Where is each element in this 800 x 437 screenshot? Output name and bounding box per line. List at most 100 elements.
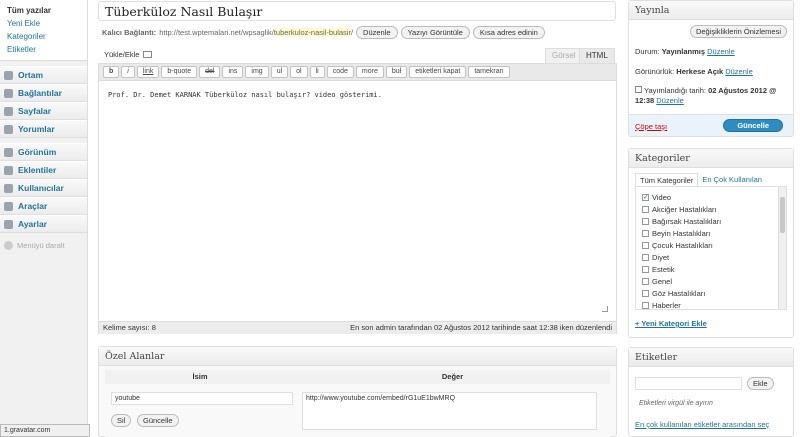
category-checkbox[interactable]: [642, 265, 649, 273]
category-checkbox[interactable]: [642, 253, 649, 261]
category-checkbox[interactable]: [642, 301, 649, 309]
menu-item-label: Ortam: [18, 70, 44, 80]
post-title-input[interactable]: Tüberküloz Nasıl Bulaşır: [98, 1, 616, 21]
qt-bold-button[interactable]: b: [103, 66, 120, 78]
visibility-edit-link[interactable]: Düzenle: [725, 67, 753, 76]
menu-item-links[interactable]: Bağlantılar: [0, 84, 87, 102]
category-item[interactable]: Akciğer Hastalıkları: [636, 203, 786, 215]
submenu-add-new[interactable]: Yeni Ekle: [0, 17, 87, 30]
category-item[interactable]: Haberler: [636, 299, 786, 310]
menu-item-label: Bağlantılar: [18, 88, 62, 98]
category-item[interactable]: Çocuk Hastalıkları: [636, 239, 786, 251]
category-label: Beyin Hastalıkları: [652, 228, 711, 238]
plugins-icon: [4, 165, 13, 175]
category-checkbox[interactable]: [642, 277, 649, 285]
tags-box: Etiketler Ekle Etiketleri virgül ile ayı…: [628, 347, 794, 437]
custom-field-value-textarea[interactable]: http://www.youtube.com/embed/rG1uE1bwMRQ: [302, 392, 597, 430]
add-new-category-link[interactable]: + Yeni Kategori Ekle: [635, 319, 707, 328]
menu-item-comments[interactable]: Yorumlar: [0, 120, 87, 138]
submenu-categories[interactable]: Kategoriler: [0, 30, 87, 43]
calendar-icon: [635, 86, 642, 93]
custom-field-update-button[interactable]: Güncelle: [137, 414, 179, 427]
category-item[interactable]: Göz Hastalıkları: [636, 287, 786, 299]
qt-more-button[interactable]: more: [355, 66, 384, 78]
custom-field-key-input[interactable]: youtube: [111, 392, 293, 405]
resize-handle-icon[interactable]: [602, 306, 608, 312]
tab-all-categories[interactable]: Tüm Kategoriler: [635, 173, 699, 186]
collapse-label: Menüyü daralt: [17, 241, 65, 250]
qt-close-tags-button[interactable]: etiketleri kapat: [409, 66, 467, 78]
menu-item-media[interactable]: Ortam: [0, 66, 87, 84]
collapse-menu-button[interactable]: Menüyü daralt: [0, 233, 87, 258]
publish-title[interactable]: Yayınla: [629, 1, 793, 20]
qt-blockquote-button[interactable]: b-quote: [161, 66, 198, 78]
menu-item-label: Görünüm: [18, 147, 57, 157]
category-item[interactable]: Genel: [636, 275, 786, 287]
update-button[interactable]: Güncelle: [723, 119, 783, 132]
posts-submenu: Tüm yazılar Yeni Ekle Kategoriler Etiket…: [0, 0, 87, 61]
qt-ol-button[interactable]: ol: [290, 66, 308, 78]
qt-fullscreen-button[interactable]: tamekran: [468, 66, 510, 78]
category-checkbox[interactable]: [642, 229, 649, 237]
preview-changes-button[interactable]: Değişikliklerin Önizlemesi: [689, 25, 787, 38]
qt-link-button[interactable]: link: [136, 66, 160, 78]
tools-icon: [4, 201, 13, 211]
category-item[interactable]: Bağırsak Hastalıkları: [636, 215, 786, 227]
tags-title[interactable]: Etiketler: [629, 348, 793, 367]
tab-visual[interactable]: Görsel: [545, 48, 583, 63]
category-label: Haberler: [652, 300, 681, 310]
category-checkbox[interactable]: [642, 205, 649, 213]
upload-insert[interactable]: Yükle/Ekle: [104, 50, 153, 59]
qt-li-button[interactable]: li: [309, 66, 325, 78]
qt-del-button[interactable]: del: [199, 66, 221, 78]
menu-item-label: Ayarlar: [18, 219, 47, 229]
menu-item-users[interactable]: Kullanıcılar: [0, 179, 87, 197]
move-to-trash-link[interactable]: Çöpe taşı: [635, 122, 667, 131]
permalink-edit-button[interactable]: Düzenle: [356, 26, 398, 39]
category-scrollbar[interactable]: [778, 187, 786, 309]
publish-date-row: Yayımlandığı tarih: 02 Ağustos 2012 @ 12…: [635, 86, 785, 106]
category-item[interactable]: Estetik: [636, 263, 786, 275]
category-item[interactable]: Diyet: [636, 251, 786, 263]
get-shortlink-button[interactable]: Kısa adres edinin: [472, 26, 545, 39]
category-checkbox[interactable]: [642, 217, 649, 225]
category-item[interactable]: Beyin Hastalıkları: [636, 227, 786, 239]
tab-html[interactable]: HTML: [579, 48, 615, 63]
custom-field-delete-button[interactable]: Sil: [111, 414, 132, 427]
date-edit-link[interactable]: Düzenle: [656, 96, 684, 105]
qt-img-button[interactable]: img: [245, 66, 269, 78]
category-checkbox[interactable]: [642, 289, 649, 297]
submenu-tags[interactable]: Etiketler: [0, 43, 87, 56]
category-label: Diyet: [652, 252, 670, 262]
scrollbar-thumb[interactable]: [780, 197, 785, 233]
category-checkbox[interactable]: ✓: [642, 193, 649, 201]
tab-most-used[interactable]: En Çok Kullanılan: [698, 173, 766, 186]
menu-item-appearance[interactable]: Görünüm: [0, 143, 87, 161]
choose-popular-tags-link[interactable]: En çok kullanılan etiketler arasından se…: [635, 420, 769, 429]
new-tag-input[interactable]: [635, 377, 742, 390]
users-icon: [4, 183, 13, 193]
time-value: 12:38: [635, 96, 655, 105]
permalink-slug[interactable]: tuberkuloz-nasil-bulasir: [273, 28, 351, 37]
date-value: 02 Ağustos 2012 @: [708, 86, 777, 95]
menu-item-pages[interactable]: Sayfalar: [0, 102, 87, 120]
menu-item-tools[interactable]: Araçlar: [0, 197, 87, 215]
media-add-icon[interactable]: [143, 51, 153, 58]
post-content-textarea[interactable]: Prof. Dr. Demet KARNAK Tüberküloz nasıl …: [99, 81, 616, 109]
view-post-button[interactable]: Yazıyı Görüntüle: [400, 26, 470, 39]
menu-item-settings[interactable]: Ayarlar: [0, 215, 87, 233]
qt-find-button[interactable]: buł: [385, 66, 408, 78]
menu-item-plugins[interactable]: Eklentiler: [0, 161, 87, 179]
add-tag-button[interactable]: Ekle: [747, 377, 774, 390]
qt-ul-button[interactable]: ul: [270, 66, 289, 78]
status-edit-link[interactable]: Düzenle: [707, 47, 735, 56]
submenu-all-posts[interactable]: Tüm yazılar: [0, 4, 87, 17]
custom-fields-box: Özel Alanlar İsim Değer youtube http://w…: [98, 346, 617, 437]
qt-ins-button[interactable]: ins: [222, 66, 244, 78]
categories-title[interactable]: Kategoriler: [629, 149, 793, 168]
custom-fields-title[interactable]: Özel Alanlar: [99, 347, 616, 366]
qt-code-button[interactable]: code: [326, 66, 354, 78]
qt-italic-button[interactable]: i: [121, 66, 135, 78]
category-checkbox[interactable]: [642, 241, 649, 249]
category-item[interactable]: ✓ Video: [636, 191, 786, 203]
